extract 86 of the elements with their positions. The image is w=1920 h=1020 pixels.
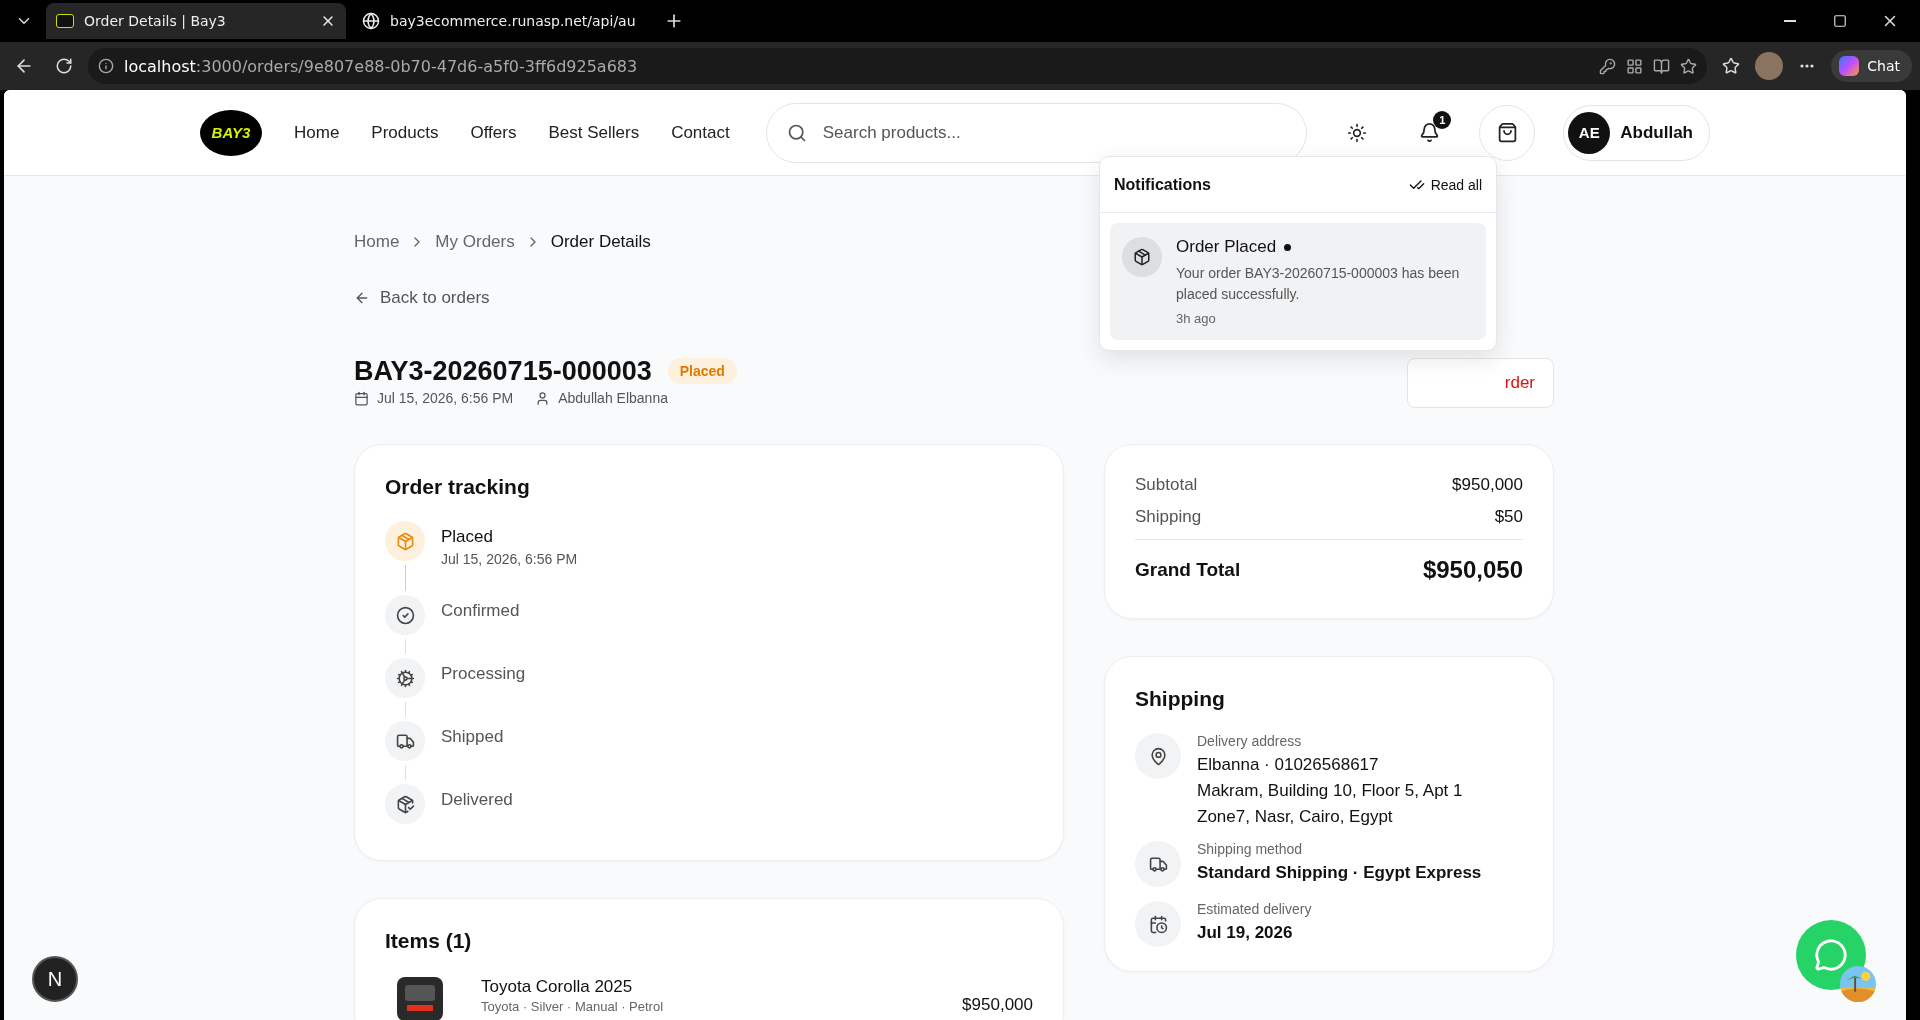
total-label: Grand Total	[1135, 559, 1241, 581]
star-icon	[1722, 57, 1741, 75]
dev-tools-button[interactable]: N	[32, 956, 78, 1002]
cancel-order-button[interactable]: rder	[1407, 358, 1554, 408]
back-link[interactable]: Back to orders	[354, 288, 490, 308]
minimize-icon	[1784, 20, 1796, 22]
summary-value: $950,000	[1452, 475, 1523, 495]
favorite-icon[interactable]	[1680, 57, 1698, 75]
step-label: Placed	[441, 527, 494, 547]
notification-time: 3h ago	[1176, 311, 1217, 326]
customer-name: Abdullah Elbanna	[558, 390, 668, 406]
processing-icon	[395, 668, 415, 688]
detail-label: Estimated delivery	[1197, 901, 1312, 917]
detail-icon	[1148, 854, 1168, 874]
confirmed-icon	[395, 605, 415, 625]
step-label: Delivered	[441, 790, 513, 810]
profile-avatar[interactable]	[1755, 52, 1784, 80]
notification-item[interactable]: Order Placed Your order BAY3-20260715-000003 has been placed successfully. 3h ago	[1110, 223, 1486, 340]
item-details: Toyota · Silver · Manual · Petrol	[481, 999, 665, 1014]
summary-label: Subtotal	[1135, 475, 1198, 495]
chat-icon	[1814, 938, 1848, 972]
user-avatar: AE	[1568, 111, 1611, 154]
info-icon	[98, 58, 114, 74]
shopping-bag-icon	[1496, 122, 1518, 143]
step-time: Jul 15, 2026, 6:56 PM	[441, 551, 578, 567]
notification-count: 1	[1433, 110, 1452, 129]
step-label: Processing	[441, 664, 526, 684]
search-icon	[786, 122, 807, 143]
placed-icon	[395, 531, 415, 551]
detail-value: Makram, Building 10, Floor 5, Apt 1	[1197, 781, 1463, 801]
read-all-button[interactable]: Read all	[1408, 176, 1482, 193]
nav-link[interactable]: Products	[371, 122, 439, 143]
reader-icon[interactable]	[1653, 57, 1671, 75]
nav-link[interactable]: Offers	[470, 122, 517, 143]
browser-tab[interactable]: bay3ecommerce.runasp.net/api/au	[352, 3, 652, 39]
breadcrumb-link[interactable]: Home	[354, 232, 400, 252]
more-icon	[1800, 64, 1815, 68]
bell-icon	[1418, 122, 1440, 143]
notification-title: Order Placed	[1176, 237, 1277, 257]
chat-button[interactable]: Chat	[1831, 50, 1912, 82]
detail-value: Zone7, Nasr, Cairo, Egypt	[1197, 807, 1394, 827]
address-bar[interactable]: localhost:3000/orders/9e807e88-0b70-47d6-a5f0-3ff6d925a683	[88, 48, 1708, 84]
nav-link[interactable]: Home	[294, 122, 340, 143]
card-title: Order tracking	[385, 475, 531, 499]
nav-link[interactable]: Best Sellers	[548, 122, 640, 143]
detail-icon	[1148, 746, 1168, 766]
square-icon	[1833, 14, 1847, 28]
apps-icon[interactable]	[1626, 57, 1644, 75]
panel-title: Notifications	[1114, 175, 1211, 194]
summary-label: Shipping	[1135, 507, 1202, 527]
breadcrumb-link[interactable]: Order Details	[550, 232, 651, 252]
site-logo-icon	[56, 14, 74, 28]
detail-value: Jul 19, 2026	[1197, 923, 1294, 943]
summary-value: $50	[1494, 507, 1523, 527]
logo[interactable]: BAY3	[200, 109, 262, 156]
nav-link[interactable]: Contact	[671, 122, 730, 143]
notifications-button[interactable]: 1	[1407, 110, 1452, 155]
detail-label: Shipping method	[1197, 841, 1304, 857]
total-value: $950,050	[1422, 556, 1523, 584]
card-title: Shipping	[1135, 687, 1226, 711]
detail-value: Standard Shipping · Egypt Express	[1197, 863, 1482, 883]
detail-icon	[1148, 914, 1168, 934]
detail-label: Delivery address	[1197, 733, 1303, 749]
reload-icon	[55, 57, 73, 75]
user-icon	[535, 390, 551, 406]
item-name: Toyota Corolla 2025	[481, 977, 634, 997]
notification-message: Your order BAY3-20260715-000003 has been placed successfully.	[1176, 264, 1461, 304]
globe-icon	[362, 12, 380, 30]
breadcrumb-link[interactable]: My Orders	[435, 232, 515, 252]
detail-value: Elbanna · 01026568617	[1197, 755, 1380, 775]
user-menu-button[interactable]: AE Abdullah	[1563, 104, 1710, 161]
browser-tab[interactable]: Order Details | Bay3	[46, 3, 346, 39]
key-icon[interactable]	[1599, 57, 1617, 75]
order-date: Jul 15, 2026, 6:56 PM	[377, 390, 514, 406]
shipped-icon	[395, 731, 415, 751]
order-number: BAY3-20260715-000003	[354, 355, 652, 387]
delivered-icon	[395, 794, 415, 814]
chat-logo-icon	[1839, 56, 1860, 76]
card-title: Items (1)	[385, 929, 473, 953]
search-input[interactable]: Search products...	[820, 121, 1287, 144]
step-label: Confirmed	[441, 601, 520, 621]
sun-icon	[1347, 122, 1368, 143]
calendar-icon	[354, 390, 369, 406]
item-price: $950,000	[962, 995, 1033, 1015]
step-label: Shipped	[441, 727, 504, 747]
status-badge: Placed	[667, 358, 737, 384]
